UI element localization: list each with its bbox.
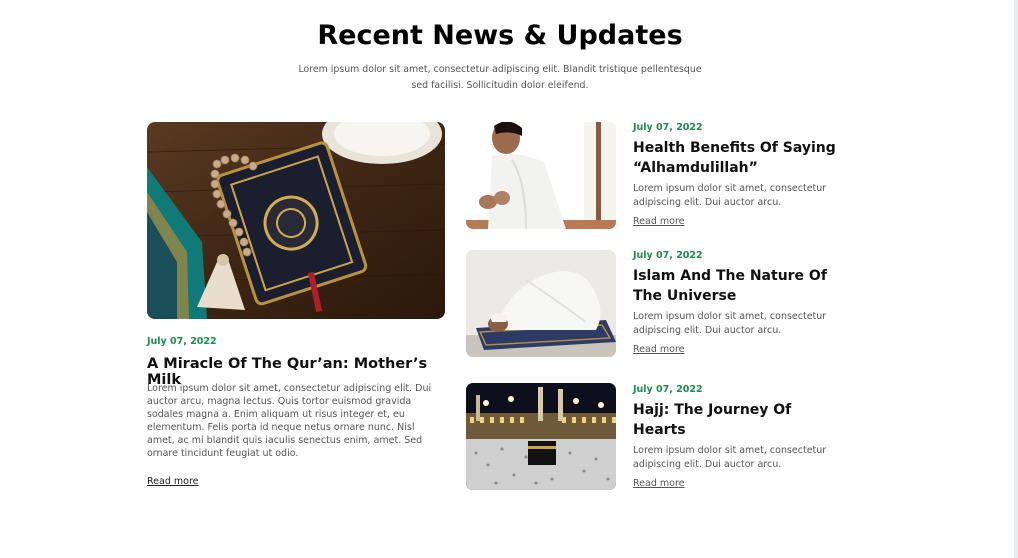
article-3-title[interactable]: Hajj: The Journey Of Hearts	[633, 401, 838, 440]
article-2-image[interactable]	[466, 250, 616, 357]
article-1-image[interactable]	[466, 122, 616, 229]
article-3-date: July 07, 2022	[633, 384, 703, 395]
section-title: Recent News & Updates	[317, 20, 683, 51]
article-2-excerpt: Lorem ipsum dolor sit amet, consectetur …	[633, 311, 827, 336]
article-2-date: July 07, 2022	[633, 250, 703, 261]
article-1-excerpt: Lorem ipsum dolor sit amet, consectetur …	[633, 183, 827, 208]
featured-excerpt: Lorem ipsum dolor sit amet, consectetur …	[147, 383, 432, 459]
section-subtitle: Lorem ipsum dolor sit amet, consectetur …	[298, 64, 702, 91]
featured-image[interactable]	[147, 122, 445, 319]
article-2-read-more-link[interactable]: Read more	[633, 344, 685, 355]
article-1-read-more-link[interactable]: Read more	[633, 216, 685, 227]
article-2-title[interactable]: Islam And The Nature Of The Universe	[633, 267, 838, 306]
news-section: Recent News & Updates Lorem ipsum dolor …	[0, 0, 1018, 558]
scrollbar-track[interactable]	[1014, 0, 1018, 558]
article-3-image[interactable]	[466, 383, 616, 490]
featured-date: July 07, 2022	[147, 336, 217, 347]
article-1-title[interactable]: Health Benefits Of Saying “Alhamdulillah…	[633, 139, 838, 178]
article-1-date: July 07, 2022	[633, 122, 703, 133]
featured-read-more-link[interactable]: Read more	[147, 476, 199, 487]
article-3-excerpt: Lorem ipsum dolor sit amet, consectetur …	[633, 445, 827, 470]
article-3-read-more-link[interactable]: Read more	[633, 478, 685, 489]
